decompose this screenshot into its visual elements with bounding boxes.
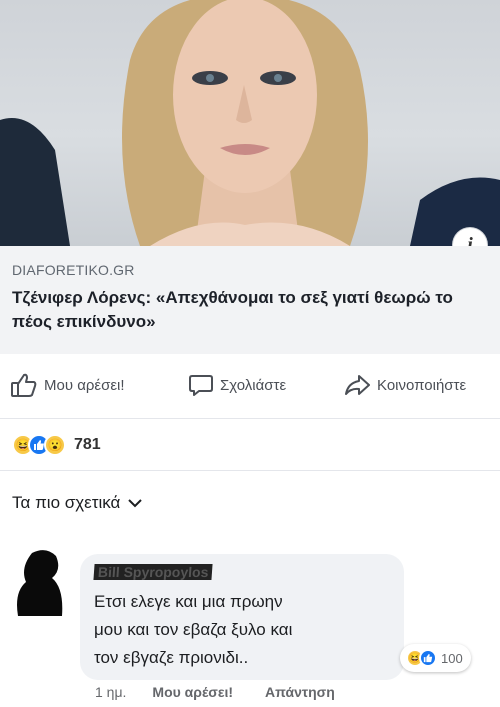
comment-bubble: Bill Spyropoylos Ετσι ελεγε και μια πρωη… xyxy=(80,554,404,680)
comment-icon xyxy=(189,375,213,396)
share-button[interactable]: Κοινοποιήστε xyxy=(343,372,466,398)
chevron-down-icon xyxy=(128,499,143,508)
comment-sort-dropdown[interactable]: Τα πιο σχετικά xyxy=(0,470,500,534)
comment-text: Ετσι ελεγε και μια πρωην μου και τον εβα… xyxy=(94,592,293,667)
comment-reaction-count: 100 xyxy=(441,650,463,666)
like-button[interactable]: Μου αρέσει! xyxy=(10,372,125,398)
like-reaction-icon xyxy=(419,649,437,667)
link-title[interactable]: Τζένιφερ Λόρενς: «Απεχθάνομαι το σεξ για… xyxy=(12,286,488,334)
comment-author[interactable]: Bill Spyropoylos xyxy=(93,564,214,580)
post-image[interactable] xyxy=(0,0,500,246)
comment-label: Σχολιάστε xyxy=(220,376,287,394)
facebook-post: i DIAFORETIKO.GR Τζένιφερ Λόρενς: «Απεχθ… xyxy=(0,0,500,707)
comment-reactions[interactable]: 😆 100 xyxy=(400,644,471,672)
avatar[interactable] xyxy=(12,548,68,618)
comment-reply-button[interactable]: Απάντηση xyxy=(265,684,335,700)
post-action-bar: Μου αρέσει! Σχολιάστε Κοινοποιήστε xyxy=(0,354,500,418)
comment-button[interactable]: Σχολιάστε xyxy=(188,372,286,398)
comment-time[interactable]: 1 ημ. xyxy=(95,684,126,700)
share-arrow-icon xyxy=(345,375,370,395)
reaction-count: 781 xyxy=(74,435,101,453)
share-label: Κοινοποιήστε xyxy=(377,376,467,394)
link-source: DIAFORETIKO.GR xyxy=(12,262,135,278)
like-label: Μου αρέσει! xyxy=(44,376,125,394)
sort-label: Τα πιο σχετικά xyxy=(12,493,121,512)
thumbs-up-icon xyxy=(11,373,37,397)
reaction-icons: 😆 😮 xyxy=(12,433,66,456)
comment-section: Bill Spyropoylos Ετσι ελεγε και μια πρωη… xyxy=(0,534,500,707)
comment-like-button[interactable]: Μου αρέσει! xyxy=(152,684,233,700)
link-preview[interactable]: DIAFORETIKO.GR Τζένιφερ Λόρενς: «Απεχθάν… xyxy=(0,246,500,354)
portrait-photo xyxy=(0,0,500,246)
wow-reaction-icon: 😮 xyxy=(44,433,66,456)
comment-meta: 1 ημ. Μου αρέσει! Απάντηση xyxy=(95,684,367,700)
reaction-summary[interactable]: 😆 😮 781 xyxy=(0,418,500,470)
